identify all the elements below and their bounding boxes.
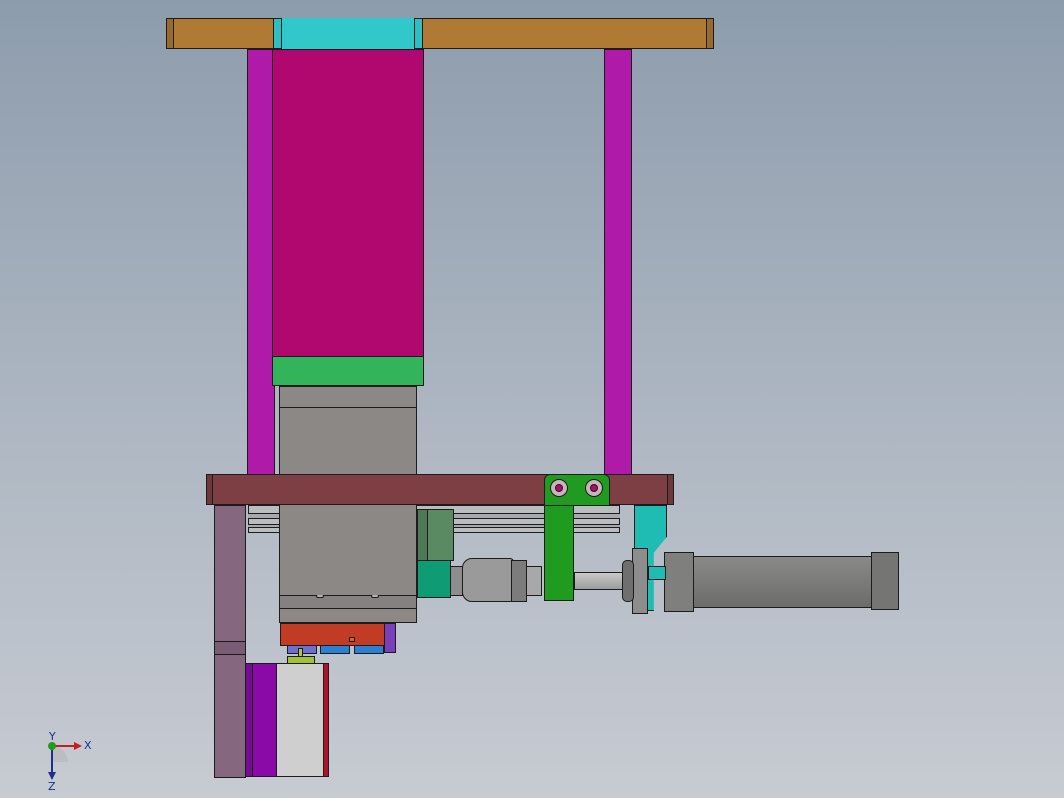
- green-bracket-arm[interactable]: [544, 505, 574, 601]
- red-block-pin: [349, 637, 355, 642]
- coordinate-triad-icon: X Y Z: [40, 730, 100, 793]
- blue-block-2[interactable]: [320, 645, 350, 654]
- blue-block-3[interactable]: [354, 645, 384, 654]
- cylinder-cap-front[interactable]: [664, 552, 694, 612]
- guide-rod-left[interactable]: [247, 49, 275, 475]
- cylinder-barrel[interactable]: [693, 556, 873, 608]
- valve-block-lower[interactable]: [417, 560, 451, 598]
- x-axis-label: X: [84, 739, 92, 752]
- cad-viewport[interactable]: X Y Z: [0, 0, 1064, 798]
- side-post-joint: [214, 641, 246, 655]
- bracket-bolt-right-center: [590, 484, 598, 492]
- x-axis-arrow: [74, 742, 82, 750]
- top-plate[interactable]: [166, 18, 714, 49]
- valve-block-upper-face: [417, 509, 428, 561]
- top-collar-inner: [281, 18, 415, 49]
- stepper-motor-face: [245, 663, 253, 777]
- z-axis-arrow: [48, 772, 56, 780]
- cylinder-front-ring[interactable]: [622, 560, 634, 602]
- side-post-upper[interactable]: [214, 505, 246, 643]
- guide-rod-right[interactable]: [604, 49, 632, 475]
- rod-nut-3[interactable]: [526, 566, 542, 596]
- red-block[interactable]: [280, 623, 390, 646]
- cylinder-cap-rear[interactable]: [871, 552, 899, 610]
- gearbox-band-bottom: [279, 595, 417, 609]
- gearbox-band-top: [279, 386, 417, 408]
- z-axis-label: Z: [48, 780, 56, 792]
- motor-body[interactable]: [272, 49, 424, 357]
- base-plate-end-right: [667, 474, 674, 505]
- top-plate-end-left: [166, 18, 174, 49]
- y-axis-label: Y: [48, 732, 56, 743]
- gearbox-front: [279, 505, 417, 595]
- motor-flange[interactable]: [272, 356, 424, 386]
- base-plate-end-left: [206, 474, 213, 505]
- stepper-motor-cap: [323, 663, 329, 777]
- side-post-lower[interactable]: [214, 641, 246, 778]
- purple-block-side[interactable]: [384, 623, 396, 653]
- cylinder-front-nut[interactable]: [632, 548, 648, 614]
- y-axis-dot: [48, 742, 56, 750]
- cylinder-port: [648, 566, 666, 580]
- rod-nut-2[interactable]: [511, 560, 527, 602]
- top-plate-end-right: [706, 18, 714, 49]
- bracket-bolt-left-center: [555, 484, 563, 492]
- rod-end-body[interactable]: [462, 558, 514, 602]
- stepper-motor-end[interactable]: [276, 663, 324, 777]
